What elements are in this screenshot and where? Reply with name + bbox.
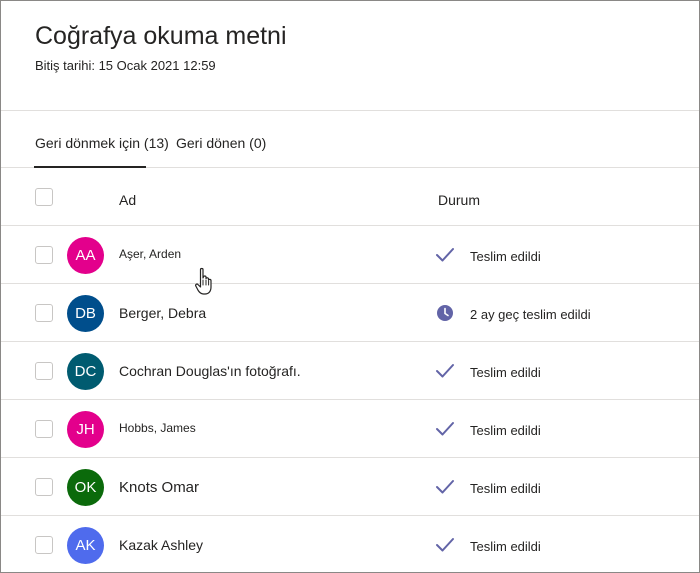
- table-row[interactable]: JH Hobbs, James Teslim edildi: [1, 400, 699, 458]
- student-name[interactable]: Cochran Douglas'ın fotoğrafı.: [119, 363, 301, 379]
- clock-icon: [437, 305, 453, 321]
- status-text: Teslim edildi: [470, 365, 541, 380]
- row-checkbox[interactable]: [35, 420, 53, 438]
- avatar: DB: [67, 295, 104, 332]
- student-name[interactable]: Knots Omar: [119, 479, 199, 496]
- avatar: OK: [67, 469, 104, 506]
- student-name[interactable]: Aşer, Arden: [119, 247, 181, 261]
- student-name[interactable]: Kazak Ashley: [119, 537, 203, 553]
- row-checkbox[interactable]: [35, 362, 53, 380]
- checkmark-icon: [436, 364, 454, 378]
- table-row[interactable]: DC Cochran Douglas'ın fotoğrafı. Teslim …: [1, 342, 699, 400]
- tab-returned[interactable]: Geri dönen (0): [176, 135, 266, 151]
- column-header-name[interactable]: Ad: [119, 192, 136, 208]
- table-row[interactable]: DB Berger, Debra 2 ay geç teslim edildi: [1, 284, 699, 342]
- table-row[interactable]: OK Knots Omar Teslim edildi: [1, 458, 699, 516]
- due-date: Bitiş tarihi: 15 Ocak 2021 12:59: [35, 58, 216, 73]
- column-header-status[interactable]: Durum: [438, 192, 480, 208]
- student-list: AA Aşer, Arden Teslim edildi DB Berger, …: [1, 226, 699, 572]
- avatar: JH: [67, 411, 104, 448]
- row-checkbox[interactable]: [35, 304, 53, 322]
- row-checkbox[interactable]: [35, 536, 53, 554]
- status-text: Teslim edildi: [470, 423, 541, 438]
- assignment-header: Coğrafya okuma metni Bitiş tarihi: 15 Oc…: [1, 1, 699, 111]
- select-all-checkbox[interactable]: [35, 188, 53, 206]
- student-name[interactable]: Hobbs, James: [119, 421, 196, 435]
- checkmark-icon: [436, 422, 454, 436]
- checkmark-icon: [436, 248, 454, 262]
- row-checkbox[interactable]: [35, 478, 53, 496]
- status-text: Teslim edildi: [470, 539, 541, 554]
- tab-to-return[interactable]: Geri dönmek için (13): [35, 135, 169, 151]
- avatar: AA: [67, 237, 104, 274]
- table-row[interactable]: AK Kazak Ashley Teslim edildi: [1, 516, 699, 572]
- avatar: AK: [67, 527, 104, 564]
- tab-bar: Geri dönmek için (13) Geri dönen (0): [1, 111, 699, 168]
- student-name[interactable]: Berger, Debra: [119, 305, 206, 321]
- assignment-panel: Coğrafya okuma metni Bitiş tarihi: 15 Oc…: [0, 0, 700, 573]
- status-text: 2 ay geç teslim edildi: [470, 307, 591, 322]
- row-checkbox[interactable]: [35, 246, 53, 264]
- status-text: Teslim edildi: [470, 249, 541, 264]
- avatar: DC: [67, 353, 104, 390]
- checkmark-icon: [436, 538, 454, 552]
- table-row[interactable]: AA Aşer, Arden Teslim edildi: [1, 226, 699, 284]
- table-header: Ad Durum: [1, 168, 699, 226]
- assignment-title: Coğrafya okuma metni: [35, 22, 287, 50]
- status-text: Teslim edildi: [470, 481, 541, 496]
- checkmark-icon: [436, 480, 454, 494]
